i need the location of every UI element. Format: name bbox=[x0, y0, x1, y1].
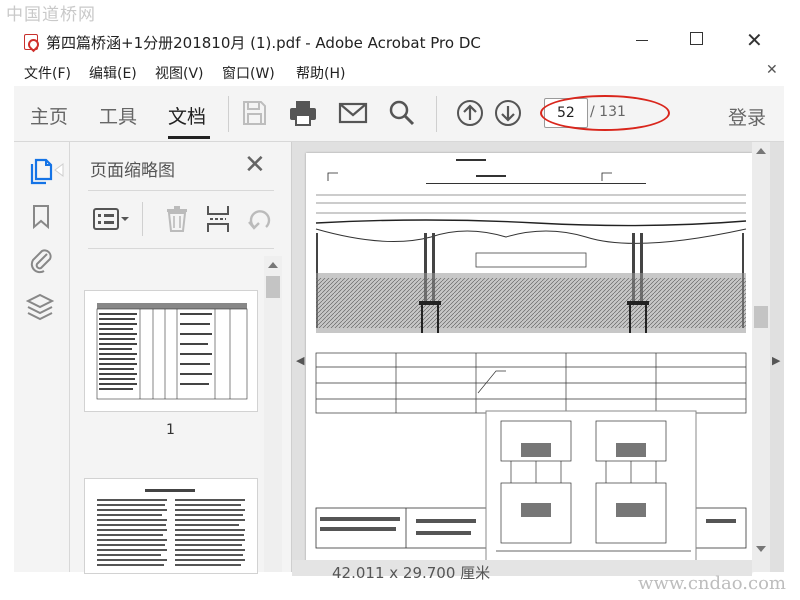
toolbar-divider bbox=[436, 96, 437, 132]
thumbnail-table-graphic bbox=[96, 303, 248, 400]
document-scroll-thumb[interactable] bbox=[754, 306, 768, 328]
save-icon[interactable] bbox=[240, 99, 268, 127]
panel-divider bbox=[88, 190, 274, 191]
pdf-file-icon bbox=[24, 34, 38, 50]
rotate-icon[interactable] bbox=[246, 205, 274, 233]
scroll-up-arrow-icon[interactable] bbox=[267, 260, 279, 270]
close-document-icon[interactable]: ✕ bbox=[766, 62, 778, 78]
pages-icon[interactable] bbox=[28, 158, 54, 186]
page-dimensions: 42.011 x 29.700 厘米 bbox=[332, 564, 491, 582]
document-scrollbar[interactable] bbox=[752, 142, 770, 572]
layers-icon[interactable] bbox=[26, 292, 54, 322]
expand-arrow-icon bbox=[54, 163, 64, 177]
menu-edit[interactable]: 编辑(E) bbox=[89, 63, 137, 83]
close-panel-icon[interactable]: ✕ bbox=[244, 150, 266, 180]
scroll-down-arrow-icon[interactable] bbox=[755, 544, 767, 554]
watermark-text: 中国道桥网 bbox=[6, 5, 96, 25]
page-down-icon[interactable] bbox=[494, 99, 522, 127]
options-menu-icon[interactable] bbox=[92, 206, 130, 232]
panel-divider bbox=[88, 248, 274, 249]
extract-pages-icon[interactable] bbox=[204, 204, 232, 234]
document-page bbox=[306, 153, 752, 572]
print-icon[interactable] bbox=[288, 98, 318, 128]
collapse-left-arrow-icon[interactable]: ◀ bbox=[296, 354, 304, 367]
collapse-right-arrow-icon[interactable]: ▶ bbox=[772, 354, 780, 367]
panel-tool-divider bbox=[142, 202, 143, 236]
panel-title: 页面缩略图 bbox=[90, 161, 175, 181]
thumbnail-scrollbar[interactable] bbox=[264, 256, 282, 572]
page-up-icon[interactable] bbox=[456, 99, 484, 127]
thumbnail-scroll-thumb[interactable] bbox=[266, 276, 280, 298]
tab-document[interactable]: 文档 bbox=[168, 102, 206, 129]
close-window-icon[interactable]: ✕ bbox=[746, 28, 763, 52]
thumbnail-text-graphic bbox=[97, 489, 245, 566]
menu-help[interactable]: 帮助(H) bbox=[296, 63, 345, 83]
watermark-text: www.cndao.com bbox=[638, 573, 786, 594]
search-icon[interactable] bbox=[388, 99, 416, 127]
page-thumbnail[interactable] bbox=[84, 478, 258, 574]
bookmark-icon[interactable] bbox=[30, 204, 52, 230]
attachment-icon[interactable] bbox=[27, 246, 55, 274]
active-tab-indicator bbox=[168, 136, 210, 139]
menu-view[interactable]: 视图(V) bbox=[155, 63, 204, 83]
menu-window[interactable]: 窗口(W) bbox=[222, 63, 275, 83]
toolbar-divider bbox=[228, 96, 229, 132]
delete-page-icon[interactable] bbox=[164, 204, 190, 234]
menu-file[interactable]: 文件(F) bbox=[24, 63, 71, 83]
tab-home[interactable]: 主页 bbox=[30, 102, 68, 129]
scroll-up-arrow-icon[interactable] bbox=[755, 146, 767, 156]
bridge-drawing bbox=[306, 153, 752, 572]
tab-tools[interactable]: 工具 bbox=[99, 102, 137, 129]
maximize-icon[interactable] bbox=[690, 32, 703, 45]
thumbnail-page-number: 1 bbox=[166, 422, 175, 438]
email-icon[interactable] bbox=[338, 100, 368, 126]
minimize-icon[interactable] bbox=[636, 40, 648, 41]
page-thumbnail[interactable] bbox=[84, 290, 258, 412]
window-title: 第四篇桥涵+1分册201810月 (1).pdf - Adobe Acrobat… bbox=[46, 34, 481, 52]
highlight-annotation bbox=[540, 95, 670, 131]
login-button[interactable]: 登录 bbox=[728, 103, 766, 130]
